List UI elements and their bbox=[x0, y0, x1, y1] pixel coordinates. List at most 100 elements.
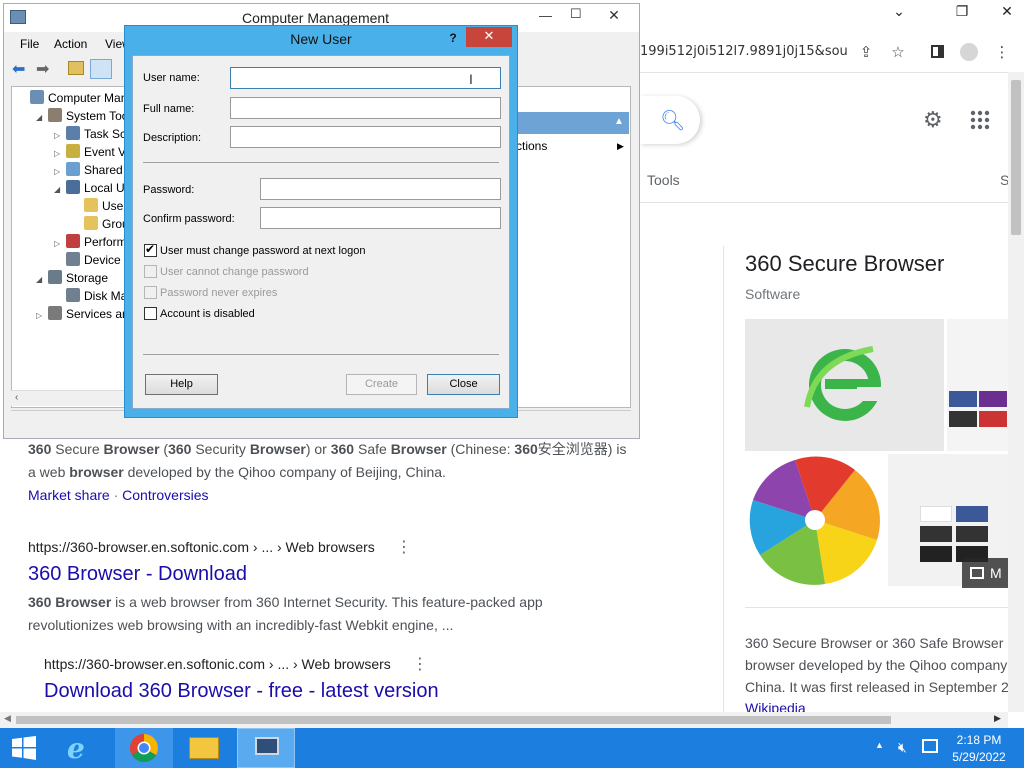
show-hide-tree-icon[interactable] bbox=[90, 59, 112, 79]
actions-item[interactable]: ctions bbox=[516, 139, 547, 153]
kp-image-logo-alt[interactable] bbox=[745, 454, 885, 586]
computer-management-taskbar-button[interactable] bbox=[237, 728, 295, 768]
divider bbox=[143, 354, 499, 355]
horizontal-scrollbar-thumb[interactable] bbox=[16, 716, 891, 724]
account-disabled-label[interactable]: Account is disabled bbox=[160, 308, 255, 320]
tree-item[interactable]: ◢ System Tools bbox=[36, 107, 137, 125]
wikipedia-link[interactable]: Wikipedia bbox=[745, 700, 806, 712]
help-icon[interactable]: ? bbox=[443, 28, 463, 48]
chrome-button[interactable] bbox=[115, 728, 173, 768]
image-icon bbox=[970, 567, 984, 579]
kp-description-line1: 360 Secure Browser or 360 Safe Browser bbox=[745, 635, 1004, 651]
gear-icon[interactable]: ⚙ bbox=[923, 108, 943, 133]
must-change-password-label[interactable]: User must change password at next logon bbox=[160, 245, 365, 257]
forward-arrow-icon[interactable]: ➡ bbox=[36, 59, 49, 79]
password-input[interactable] bbox=[260, 178, 501, 200]
clock-time[interactable]: 2:18 PM bbox=[944, 733, 1014, 747]
file-explorer-button[interactable] bbox=[175, 728, 233, 768]
share-icon[interactable]: ⇪ bbox=[856, 42, 876, 62]
side-panel-icon[interactable] bbox=[927, 42, 947, 62]
actions-header[interactable] bbox=[516, 112, 629, 134]
tree-node-icon bbox=[84, 198, 98, 212]
tree-expander-icon[interactable]: ▷ bbox=[36, 307, 48, 325]
tree-hscrollbar[interactable]: ‹ bbox=[11, 390, 129, 406]
tree-expander-icon[interactable]: ◢ bbox=[36, 271, 48, 289]
profile-icon[interactable] bbox=[959, 42, 979, 62]
close-icon[interactable]: ✕ bbox=[990, 0, 1024, 24]
tree-node-icon bbox=[66, 126, 80, 140]
menu-action[interactable]: Action bbox=[54, 37, 87, 51]
password-label: Password: bbox=[143, 184, 195, 196]
user-name-input[interactable] bbox=[230, 67, 501, 89]
controversies-link[interactable]: Controversies bbox=[122, 487, 208, 503]
show-hidden-icons[interactable]: ▲ bbox=[875, 740, 884, 750]
scroll-left-arrow[interactable]: ◀ bbox=[4, 713, 11, 724]
more-images-button[interactable]: M bbox=[962, 558, 1008, 588]
scroll-right-arrow[interactable]: ▶ bbox=[994, 713, 1001, 724]
help-button[interactable]: Help bbox=[145, 374, 218, 395]
tree-node-icon bbox=[66, 180, 80, 194]
search-icon: 🔍︎ bbox=[660, 108, 686, 132]
kp-image-logo[interactable] bbox=[745, 319, 944, 451]
confirm-password-input[interactable] bbox=[260, 207, 501, 229]
close-icon[interactable]: ✕ bbox=[466, 27, 512, 47]
computer-management-icon bbox=[255, 737, 279, 755]
create-button[interactable]: Create bbox=[346, 374, 417, 395]
network-icon[interactable] bbox=[922, 739, 938, 753]
back-arrow-icon[interactable]: ⬅ bbox=[12, 59, 25, 79]
must-change-password-checkbox[interactable]: ✔ bbox=[144, 242, 157, 257]
tree-item[interactable]: ▷ Performa bbox=[54, 233, 133, 251]
close-icon[interactable]: ✕ bbox=[590, 4, 638, 26]
account-disabled-checkbox[interactable] bbox=[144, 307, 157, 320]
restore-icon[interactable]: ❐ bbox=[945, 0, 979, 24]
result-url[interactable]: https://360-browser.en.softonic.com › ..… bbox=[28, 539, 375, 555]
more-options-icon[interactable]: ⋮ bbox=[396, 537, 412, 556]
tree-node-icon bbox=[48, 306, 62, 320]
tree-item[interactable]: Computer Mana bbox=[18, 89, 134, 107]
star-icon[interactable]: ☆ bbox=[888, 42, 908, 62]
maximize-icon[interactable]: ☐ bbox=[570, 6, 582, 22]
up-folder-icon[interactable] bbox=[68, 61, 84, 75]
tree-expander-icon[interactable]: ◢ bbox=[54, 181, 66, 199]
result-title[interactable]: 360 Browser - Download bbox=[28, 563, 247, 586]
dialog-body: User name: I Full name: Description: Pas… bbox=[132, 55, 510, 409]
tree-expander-icon[interactable]: ◢ bbox=[36, 109, 48, 127]
result-url[interactable]: https://360-browser.en.softonic.com › ..… bbox=[44, 656, 391, 672]
tree-item[interactable]: Disk Man bbox=[54, 287, 134, 305]
vertical-scrollbar-thumb[interactable] bbox=[1011, 80, 1021, 235]
clock-date[interactable]: 5/29/2022 bbox=[944, 750, 1014, 764]
market-share-link[interactable]: Market share bbox=[28, 487, 110, 503]
address-bar[interactable]: 199i512j0i512l7.9891j0j15&sou... bbox=[640, 37, 848, 67]
menu-kebab-icon[interactable]: ⋮ bbox=[992, 42, 1012, 62]
tab-tools[interactable]: Tools bbox=[647, 172, 680, 188]
minimize-icon[interactable]: — bbox=[539, 8, 552, 23]
cannot-change-password-checkbox[interactable] bbox=[144, 265, 157, 278]
tree-item[interactable]: ▷ Services and bbox=[36, 305, 135, 323]
tree-item[interactable]: Device M bbox=[54, 251, 134, 269]
windows-logo-icon bbox=[12, 736, 36, 760]
start-button[interactable] bbox=[0, 728, 48, 768]
full-name-label: Full name: bbox=[143, 103, 195, 115]
kp-title: 360 Secure Browser bbox=[745, 251, 945, 276]
full-name-input[interactable] bbox=[230, 97, 501, 119]
more-options-icon[interactable]: ⋮ bbox=[412, 654, 428, 673]
search-button[interactable]: 🔍︎ bbox=[640, 96, 700, 144]
internet-explorer-button[interactable]: e bbox=[55, 728, 113, 768]
speaker-muted-icon[interactable]: 🔇︎ bbox=[898, 739, 907, 756]
tree-item[interactable]: ◢ Storage bbox=[36, 269, 108, 287]
submenu-arrow-icon: ▶ bbox=[617, 141, 624, 151]
tree-item-label: Storage bbox=[66, 271, 109, 285]
result-title[interactable]: Download 360 Browser - free - latest ver… bbox=[44, 680, 439, 703]
chevron-down-icon[interactable]: ⌄ bbox=[882, 0, 916, 24]
description-input[interactable] bbox=[230, 126, 501, 148]
tree-node-icon bbox=[66, 234, 80, 248]
close-button[interactable]: Close bbox=[427, 374, 500, 395]
collapse-icon[interactable]: ▲ bbox=[614, 116, 624, 127]
kp-image-screenshot[interactable] bbox=[947, 319, 1008, 451]
password-never-expires-checkbox[interactable] bbox=[144, 286, 157, 299]
apps-grid-icon[interactable] bbox=[970, 110, 990, 130]
tree-node-icon bbox=[84, 216, 98, 230]
kp-description-line3: China. It was first released in Septembe… bbox=[745, 679, 1009, 695]
kp-description-line2: browser developed by the Qihoo company bbox=[745, 657, 1008, 673]
menu-file[interactable]: File bbox=[20, 37, 39, 51]
